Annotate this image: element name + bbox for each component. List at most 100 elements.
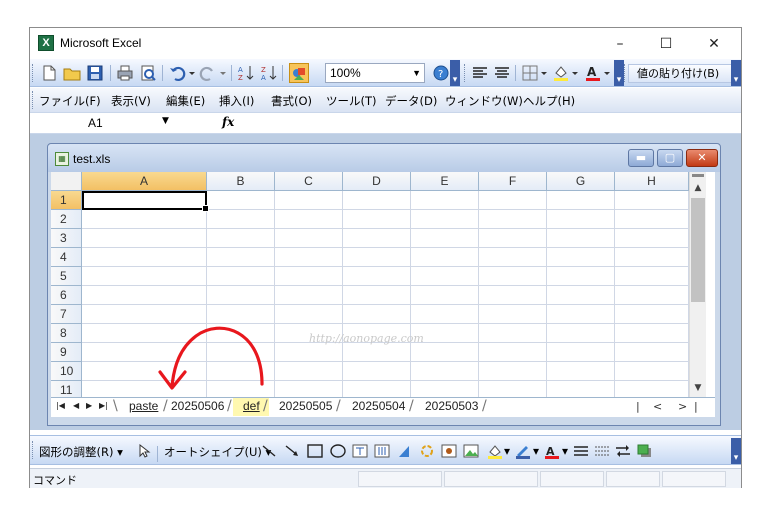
toolbar-overflow-icon[interactable]: ▾	[731, 60, 741, 86]
next-sheet-icon[interactable]: ▶	[86, 401, 92, 410]
shape-fill-icon[interactable]	[486, 444, 504, 463]
horizontal-scrollbar[interactable]: | < > |	[636, 399, 714, 416]
sort-descending-icon[interactable]: ZA	[259, 63, 279, 83]
first-sheet-icon[interactable]: |◀	[56, 401, 65, 410]
row-header-4[interactable]: 4	[51, 248, 82, 267]
column-header-f[interactable]: F	[479, 172, 547, 191]
fill-color-icon[interactable]	[551, 63, 571, 83]
oval-icon[interactable]	[330, 444, 346, 461]
select-pointer-icon[interactable]	[138, 443, 152, 461]
workbook-restore-button[interactable]: ▢	[657, 149, 683, 167]
print-preview-icon[interactable]	[138, 63, 158, 83]
menu-window[interactable]: ウィンドウ(W)	[445, 93, 523, 109]
menu-edit[interactable]: 編集(E)	[166, 93, 205, 109]
drawing-toggle-icon[interactable]	[289, 63, 309, 83]
adjust-shapes-menu[interactable]: 図形の調整(R) ▾	[39, 444, 123, 460]
fill-color-dropdown-icon[interactable]	[570, 63, 580, 83]
picture-icon[interactable]	[463, 444, 479, 461]
chevron-down-icon[interactable]: ▾	[504, 444, 510, 458]
row-header-6[interactable]: 6	[51, 286, 82, 305]
column-header-a[interactable]: A	[82, 172, 207, 191]
zoom-select[interactable]: 100% ▼	[325, 63, 425, 83]
workbook-close-button[interactable]: ✕	[686, 149, 718, 167]
row-header-1[interactable]: 1	[51, 191, 82, 210]
undo-dropdown-icon[interactable]	[187, 63, 197, 83]
arrow-style-icon[interactable]	[615, 444, 631, 461]
save-icon[interactable]	[85, 63, 105, 83]
scroll-left-icon[interactable]: <	[653, 400, 662, 413]
sheet-tab-20250506[interactable]: 20250506	[161, 398, 233, 416]
help-icon[interactable]: ?	[431, 63, 451, 83]
vertical-textbox-icon[interactable]	[374, 444, 390, 461]
sheet-tab-20250503[interactable]: 20250503	[415, 398, 488, 416]
scroll-right-icon[interactable]: >	[678, 400, 687, 413]
paste-values-button[interactable]: 値の貼り付け(B)	[628, 64, 732, 83]
sheet-tab-20250504[interactable]: 20250504	[342, 398, 415, 416]
split-divider[interactable]: |	[636, 400, 640, 413]
textbox-icon[interactable]	[352, 444, 368, 461]
menu-file[interactable]: ファイル(F)	[39, 93, 101, 109]
row-header-7[interactable]: 7	[51, 305, 82, 324]
toolbar-overflow-icon[interactable]: ▾	[731, 438, 741, 464]
toolbar-grip[interactable]	[464, 64, 467, 82]
maximize-button[interactable]: ☐	[643, 28, 689, 59]
menu-format[interactable]: 書式(O)	[271, 93, 312, 109]
menu-data[interactable]: データ(D)	[385, 93, 437, 109]
borders-dropdown-icon[interactable]	[539, 63, 549, 83]
menu-insert[interactable]: 挿入(I)	[219, 93, 254, 109]
redo-dropdown-icon[interactable]	[218, 63, 228, 83]
scroll-thumb[interactable]	[691, 198, 705, 302]
diagram-icon[interactable]	[419, 444, 435, 461]
split-handle[interactable]	[692, 174, 704, 177]
column-header-h[interactable]: H	[615, 172, 689, 191]
column-header-c[interactable]: C	[275, 172, 343, 191]
vertical-scrollbar[interactable]: ▲ ▼	[689, 172, 706, 397]
menu-help[interactable]: ヘルプ(H)	[523, 93, 575, 109]
cell-area[interactable]	[82, 191, 689, 397]
active-cell[interactable]	[82, 191, 209, 212]
name-box[interactable]: A1	[34, 115, 177, 132]
column-header-b[interactable]: B	[207, 172, 275, 191]
fx-icon[interactable]: fx	[222, 115, 234, 129]
line-style-icon[interactable]	[573, 444, 589, 461]
line-icon[interactable]	[261, 444, 277, 461]
menu-grip[interactable]	[32, 91, 35, 109]
shadow-icon[interactable]	[637, 444, 653, 461]
chevron-down-icon[interactable]: ▾	[533, 444, 539, 458]
formula-input[interactable]	[242, 115, 737, 132]
autoshape-menu[interactable]: オートシェイプ(U) ▾	[164, 444, 271, 460]
print-icon[interactable]	[115, 63, 135, 83]
wordart-icon[interactable]	[397, 444, 413, 461]
chevron-down-icon[interactable]: ▾	[562, 444, 568, 458]
clipart-icon[interactable]	[441, 444, 457, 461]
undo-icon[interactable]	[167, 63, 187, 83]
chevron-down-icon[interactable]: ▼	[162, 116, 169, 126]
borders-icon[interactable]	[520, 63, 540, 83]
align-left-icon[interactable]	[470, 63, 490, 83]
row-header-2[interactable]: 2	[51, 210, 82, 229]
last-sheet-icon[interactable]: ▶|	[99, 401, 108, 410]
line-color-icon[interactable]	[514, 444, 532, 463]
sort-ascending-icon[interactable]: AZ	[236, 63, 256, 83]
dash-style-icon[interactable]	[594, 444, 610, 461]
sheet-tab-20250505[interactable]: 20250505	[269, 398, 342, 416]
column-header-d[interactable]: D	[343, 172, 411, 191]
redo-icon[interactable]	[198, 63, 218, 83]
prev-sheet-icon[interactable]: ◀	[73, 401, 79, 410]
shape-font-color-icon[interactable]: A	[543, 444, 561, 463]
scroll-down-icon[interactable]: ▼	[690, 380, 706, 396]
toolbar-grip[interactable]	[32, 64, 35, 82]
toolbar-overflow-icon[interactable]: ▾	[450, 60, 460, 86]
new-file-icon[interactable]	[39, 63, 59, 83]
close-button[interactable]: ✕	[691, 28, 737, 59]
rectangle-icon[interactable]	[307, 444, 323, 461]
open-folder-icon[interactable]	[62, 63, 82, 83]
row-header-3[interactable]: 3	[51, 229, 82, 248]
toolbar-grip[interactable]	[32, 441, 35, 459]
font-color-dropdown-icon[interactable]	[602, 63, 612, 83]
row-header-9[interactable]: 9	[51, 343, 82, 362]
toolbar-overflow-icon[interactable]: ▾	[614, 60, 624, 86]
workbook-minimize-button[interactable]: ▬	[628, 149, 654, 167]
row-header-10[interactable]: 10	[51, 362, 82, 381]
column-header-g[interactable]: G	[547, 172, 615, 191]
